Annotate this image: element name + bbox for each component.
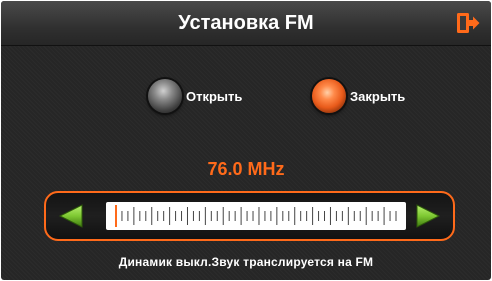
radio-knob-close[interactable]: [312, 79, 346, 113]
radio-label-open: Открыть: [186, 88, 243, 104]
frequency-indicator[interactable]: [115, 205, 117, 227]
title-bar: Установка FM: [1, 1, 491, 46]
exit-button[interactable]: [455, 10, 481, 36]
arrow-left-icon: [58, 204, 83, 228]
radio-close[interactable]: Закрыть: [312, 78, 405, 114]
frequency-scale[interactable]: [106, 202, 406, 230]
radio-knob-open[interactable]: [148, 79, 182, 113]
exit-door-icon: [457, 13, 480, 33]
fm-settings-screen: Установка FM Открыть Закрыть 76.0 MHz Ди…: [1, 1, 491, 280]
radio-open[interactable]: Открыть: [148, 78, 242, 114]
arrow-right-icon: [416, 204, 441, 228]
tune-up-button[interactable]: [415, 203, 441, 229]
frequency-display: 76.0 MHz: [207, 159, 285, 179]
radio-label-close: Закрыть: [350, 88, 406, 104]
tuner-panel: [44, 191, 455, 241]
tune-down-button[interactable]: [58, 203, 84, 229]
page-title: Установка FM: [178, 12, 314, 34]
status-message: Динамик выкл.Звук транслируется на FM: [118, 255, 374, 269]
